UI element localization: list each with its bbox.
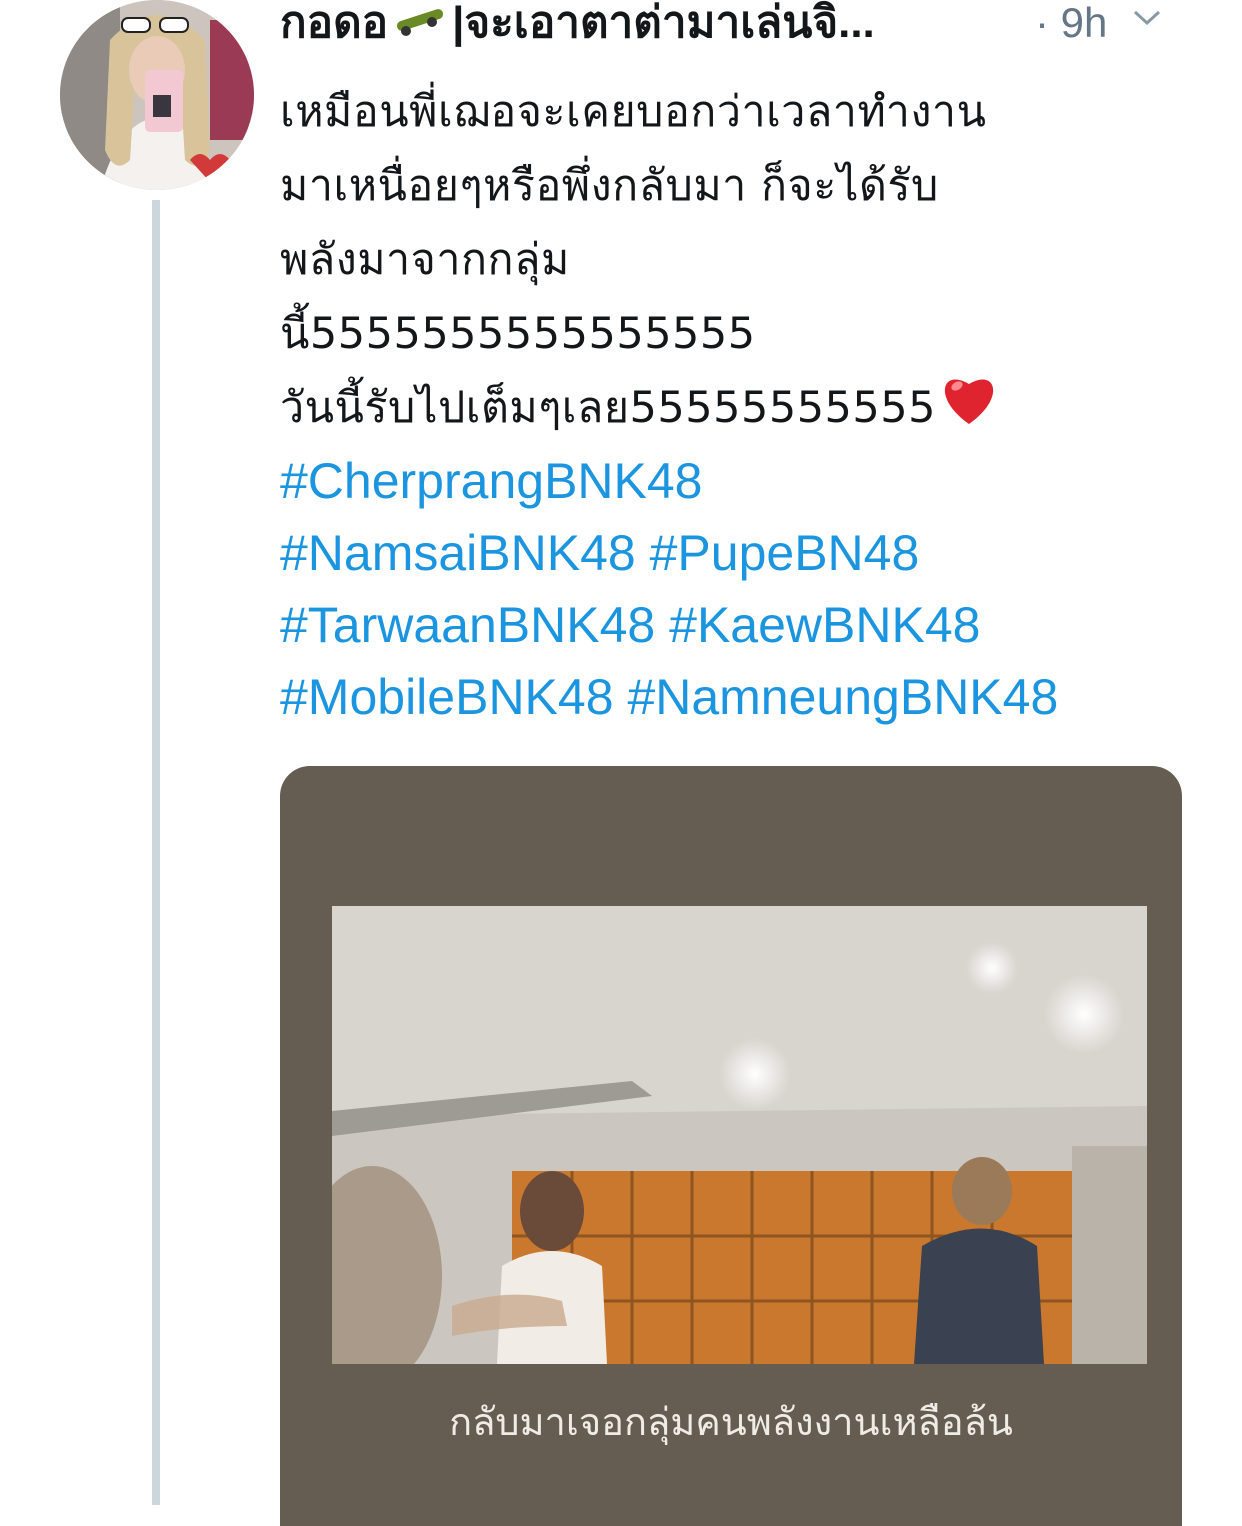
hashtag-link[interactable]: #KaewBNK48 [669, 597, 980, 653]
tweet[interactable]: กอดอ |จะเอาตาต่ามาเล่นจิ... · 9h เหมือนพี… [280, 0, 1190, 733]
tweet-media-video[interactable]: กลับมาเจอกลุ่มคนพลังงานเหลือล้น [280, 766, 1182, 1526]
tweet-header: กอดอ |จะเอาตาต่ามาเล่นจิ... · 9h [280, 0, 1190, 50]
tweet-text-line: วันนี้รับไปเต็มๆเลย55555555555 [280, 383, 936, 433]
author-name-rest: |จะเอาตาต่ามาเล่นจิ... [452, 0, 875, 47]
hashtag-link[interactable]: #TarwaanBNK48 [280, 597, 655, 653]
tweet-text-line-with-heart: วันนี้รับไปเต็มๆเลย55555555555 [280, 371, 1190, 445]
thread-line [152, 200, 160, 1505]
hashtag-link[interactable]: #CherprangBNK48 [280, 453, 703, 509]
hashtag-link[interactable]: #MobileBNK48 [280, 669, 614, 725]
author-name-first: กอดอ [280, 0, 389, 47]
tweet-text-line: มาเหนื่อยๆหรือพึ่งกลับมา ก็จะได้รับ [280, 161, 939, 211]
video-caption: กลับมาเจอกลุ่มคนพลังงานเหลือล้น [449, 1400, 1013, 1444]
tweet-text: เหมือนพี่เฌอจะเคยบอกว่าเวลาทำงาน มาเหนื่… [280, 75, 1190, 445]
tweet-text-line: พลังมาจากกลุ่ม [280, 235, 570, 285]
hashtag-link[interactable]: #PupeBN48 [650, 525, 920, 581]
tweet-text-line: เหมือนพี่เฌอจะเคยบอกว่าเวลาทำงาน [280, 87, 987, 137]
skateboard-icon [392, 0, 448, 50]
hashtag-link[interactable]: #NamneungBNK48 [627, 669, 1058, 725]
hashtags: #CherprangBNK48 #NamsaiBNK48 #PupeBN48 #… [280, 445, 1190, 733]
video-frame [332, 906, 1147, 1364]
hashtag-link[interactable]: #NamsaiBNK48 [280, 525, 636, 581]
heart-icon [940, 372, 998, 449]
chevron-down-icon[interactable] [1132, 8, 1162, 32]
author-name[interactable]: กอดอ |จะเอาตาต่ามาเล่นจิ... [280, 0, 1015, 50]
avatar[interactable] [60, 0, 254, 190]
profile-photo-image [60, 0, 254, 190]
tweet-text-line: นี้5555555555555555 [280, 309, 756, 359]
tweet-time[interactable]: · 9h [1035, 0, 1107, 48]
